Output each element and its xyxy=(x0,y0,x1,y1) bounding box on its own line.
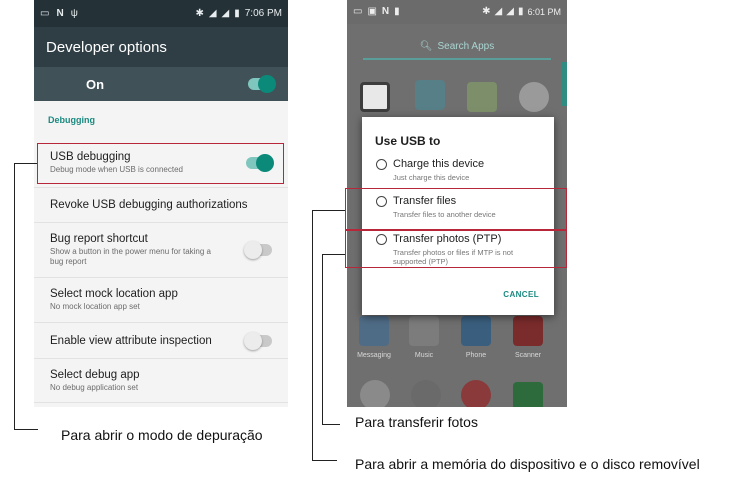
power-icon[interactable] xyxy=(461,380,491,407)
dock-label-messaging: Messaging xyxy=(357,352,391,359)
callout-line xyxy=(322,424,340,425)
play-store-icon[interactable] xyxy=(513,382,543,407)
caption-debug-mode: Para abrir o modo de depuração xyxy=(61,427,263,443)
status-time: 7:06 PM xyxy=(244,8,282,19)
setting-title: Select debug app xyxy=(50,368,140,381)
page-title: Developer options xyxy=(34,27,288,67)
setting-view-attribute-inspection[interactable]: Enable view attribute inspection xyxy=(34,322,288,358)
callout-line xyxy=(322,254,323,425)
phone-icon[interactable] xyxy=(461,316,491,346)
map-app-icon[interactable] xyxy=(467,82,497,112)
option-charge-device[interactable]: Charge this device Just charge this devi… xyxy=(376,158,551,182)
callout-line xyxy=(312,210,345,211)
settings-gear-icon[interactable] xyxy=(411,380,441,407)
signal-icon-2: ◢ xyxy=(221,7,230,19)
callout-line xyxy=(312,460,337,461)
battery-icon: ▮ xyxy=(517,6,524,17)
callout-line xyxy=(14,429,38,430)
master-switch-bar[interactable]: On xyxy=(34,67,288,101)
section-header-debugging: Debugging xyxy=(48,115,95,125)
search-icon: 🔍︎ xyxy=(419,40,433,52)
toggle-knob xyxy=(244,241,262,259)
dock-label-phone: Phone xyxy=(465,352,487,359)
setting-title: Select mock location app xyxy=(50,288,178,301)
signal-icon-2: ◢ xyxy=(506,6,514,17)
toggle-knob xyxy=(244,331,262,350)
view-attribute-toggle[interactable] xyxy=(244,331,272,350)
setting-title: Enable view attribute inspection xyxy=(50,334,212,347)
bluetooth-icon: ✱ xyxy=(195,7,204,19)
setting-title: Revoke USB debugging authorizations xyxy=(50,199,248,211)
messaging-icon[interactable] xyxy=(359,316,389,346)
setting-mock-location[interactable]: Select mock location app No mock locatio… xyxy=(34,277,288,322)
n-icon: N xyxy=(56,7,64,19)
highlight-transfer-photos xyxy=(345,230,567,268)
scanner-icon[interactable] xyxy=(513,316,543,346)
file-icon: ▮ xyxy=(394,6,400,17)
setting-subtitle: Show a button in the power menu for taki… xyxy=(50,247,211,266)
caption-device-memory: Para abrir a memória do dispositivo e o … xyxy=(355,456,700,472)
status-bar: ▭ ▣ N ▮ ✱ ◢ ◢ ▮ 6:01 PM xyxy=(347,0,567,24)
n-icon: N xyxy=(381,6,390,17)
setting-revoke-usb[interactable]: Revoke USB debugging authorizations xyxy=(34,187,288,222)
browser-icon[interactable] xyxy=(360,380,390,407)
callout-line xyxy=(14,163,37,164)
status-bar: ▭ N ψ ✱ ◢ ◢ ▮ 7:06 PM xyxy=(34,0,288,27)
callout-line xyxy=(14,163,15,430)
radio-button[interactable] xyxy=(376,158,387,170)
search-placeholder: Search Apps xyxy=(437,40,495,52)
calculator-icon[interactable] xyxy=(415,80,445,110)
option-description: Just charge this device xyxy=(393,173,470,182)
highlight-usb-debugging xyxy=(37,143,284,184)
setting-subtitle: No mock location app set xyxy=(50,302,140,312)
signal-small-icon: ψ xyxy=(70,7,78,19)
dock-label-music: Music xyxy=(414,352,434,359)
drawer-edge-tab[interactable] xyxy=(561,62,567,106)
callout-line xyxy=(312,210,313,461)
toggle-knob xyxy=(258,75,276,93)
bluetooth-icon: ✱ xyxy=(482,6,491,17)
battery-icon: ▭ xyxy=(40,7,50,19)
caption-transfer-photos: Para transferir fotos xyxy=(355,414,478,430)
developer-options-screen: ▭ N ψ ✱ ◢ ◢ ▮ 7:06 PM Developer options … xyxy=(34,0,288,407)
setting-debug-app[interactable]: Select debug app No debug application se… xyxy=(34,358,288,403)
master-toggle[interactable] xyxy=(248,75,276,93)
status-time: 6:01 PM xyxy=(527,7,561,17)
dock-label-scanner: Scanner xyxy=(514,352,542,359)
image-icon: ▣ xyxy=(367,6,377,17)
battery-icon: ▭ xyxy=(353,6,363,17)
signal-icon: ◢ xyxy=(208,7,217,19)
bug-report-toggle[interactable] xyxy=(244,241,272,259)
master-switch-label: On xyxy=(86,76,105,92)
setting-bug-report-shortcut[interactable]: Bug report shortcut Show a button in the… xyxy=(34,222,288,277)
setting-title: Bug report shortcut xyxy=(50,233,148,246)
music-icon[interactable] xyxy=(409,316,439,346)
battery-icon: ▮ xyxy=(234,7,240,19)
option-label: Charge this device xyxy=(393,158,485,170)
qr-app-icon[interactable] xyxy=(360,82,390,112)
dialog-title: Use USB to xyxy=(375,134,441,148)
search-apps-field[interactable]: 🔍︎ Search Apps xyxy=(363,34,551,60)
signal-icon: ◢ xyxy=(494,6,503,17)
camera-icon[interactable] xyxy=(519,82,549,112)
cancel-button[interactable]: CANCEL xyxy=(503,290,539,299)
highlight-transfer-files xyxy=(345,188,567,230)
setting-subtitle: No debug application set xyxy=(50,382,139,392)
callout-line xyxy=(322,254,345,255)
